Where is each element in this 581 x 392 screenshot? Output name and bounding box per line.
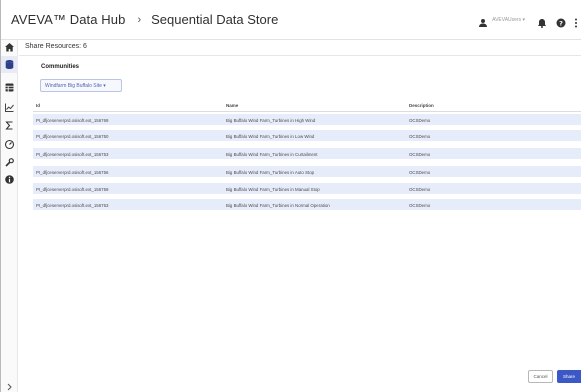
wrench-icon[interactable]	[4, 157, 15, 168]
table-row[interactable]: PI_dfjceserverprd.osisoft.ext_156769 Big…	[33, 114, 581, 126]
table-row[interactable]: PI_dfjceserverprd.osisoft.ext_156750 Big…	[33, 130, 581, 142]
resources-table: Id Name Description PI_dfjceserverprd.os…	[33, 98, 581, 211]
cell-id: PI_dfjceserverprd.osisoft.ext_156753	[36, 152, 109, 157]
table-row[interactable]: PI_dfjceserverprd.osisoft.ext_156763 Big…	[33, 199, 581, 211]
chart-icon[interactable]	[4, 102, 15, 113]
cell-name: Big Buffalo Wind Farm_Turbines in Manual…	[226, 187, 320, 192]
user-menu[interactable]: AVEVAUsers ▾	[492, 17, 525, 23]
cell-name: Big Buffalo Wind Farm_Turbines in Curtai…	[226, 152, 318, 157]
page-title: Share Resources: 6	[25, 43, 87, 50]
app-title[interactable]: AVEVA™ Data Hub	[11, 12, 125, 27]
table-icon[interactable]	[4, 82, 15, 93]
page-header: Share Resources: 6	[19, 40, 581, 56]
table-row[interactable]: PI_dfjceserverprd.osisoft.ext_156753 Big…	[33, 148, 581, 160]
sidebar	[1, 40, 18, 392]
app-window: AVEVA™ Data Hub › Sequential Data Store …	[0, 0, 581, 392]
communities-label: Communities	[41, 64, 80, 70]
chevron-right-icon[interactable]	[6, 378, 13, 391]
community-select[interactable]: Windfarm Big Buffalo Site ▾	[40, 79, 122, 92]
cell-id: PI_dfjceserverprd.osisoft.ext_156756	[36, 170, 109, 175]
cell-id: PI_dfjceserverprd.osisoft.ext_156763	[36, 203, 109, 208]
cell-id: PI_dfjceserverprd.osisoft.ext_156750	[36, 134, 109, 139]
home-icon[interactable]	[4, 42, 15, 53]
cell-description: OCSDemo	[409, 152, 431, 157]
header-actions: AVEVAUsers ▾ ?	[478, 0, 581, 40]
cell-name: Big Buffalo Wind Farm_Turbines in Low Wi…	[226, 134, 315, 139]
cell-description: OCSDemo	[409, 134, 431, 139]
column-header-description[interactable]: Description	[409, 103, 434, 108]
share-button[interactable]: Share	[557, 370, 581, 383]
info-icon[interactable]	[4, 174, 15, 185]
sigma-icon[interactable]	[4, 120, 15, 131]
column-header-name[interactable]: Name	[226, 103, 238, 108]
top-bar: AVEVA™ Data Hub › Sequential Data Store …	[1, 0, 581, 40]
table-header: Id Name Description	[33, 98, 581, 112]
cell-name: Big Buffalo Wind Farm_Turbines in High W…	[226, 118, 316, 123]
breadcrumb-separator: ›	[137, 13, 142, 26]
more-icon[interactable]	[574, 15, 578, 28]
cell-name: Big Buffalo Wind Farm_Turbines in Normal…	[226, 203, 330, 208]
footer-bar	[19, 362, 581, 392]
bell-icon[interactable]	[537, 15, 547, 28]
cell-description: OCSDemo	[409, 187, 431, 192]
cell-description: OCSDemo	[409, 170, 431, 175]
svg-text:?: ?	[559, 19, 563, 27]
database-icon[interactable]	[4, 59, 15, 70]
help-icon[interactable]: ?	[556, 15, 566, 28]
cell-description: OCSDemo	[409, 118, 431, 123]
cell-id: PI_dfjceserverprd.osisoft.ext_156759	[36, 187, 109, 192]
cell-name: Big Buffalo Wind Farm_Turbines in Auto S…	[226, 170, 315, 175]
table-row[interactable]: PI_dfjceserverprd.osisoft.ext_156756 Big…	[33, 166, 581, 178]
user-icon	[478, 15, 488, 27]
cell-description: OCSDemo	[409, 203, 431, 208]
cell-id: PI_dfjceserverprd.osisoft.ext_156769	[36, 118, 109, 123]
table-row[interactable]: PI_dfjceserverprd.osisoft.ext_156759 Big…	[33, 183, 581, 195]
breadcrumb[interactable]: Sequential Data Store	[151, 12, 278, 27]
gauge-icon[interactable]	[4, 139, 15, 150]
cancel-button[interactable]: Cancel	[528, 370, 553, 383]
column-header-id[interactable]: Id	[36, 103, 40, 108]
community-select-value: Windfarm Big Buffalo Site ▾	[45, 83, 106, 89]
